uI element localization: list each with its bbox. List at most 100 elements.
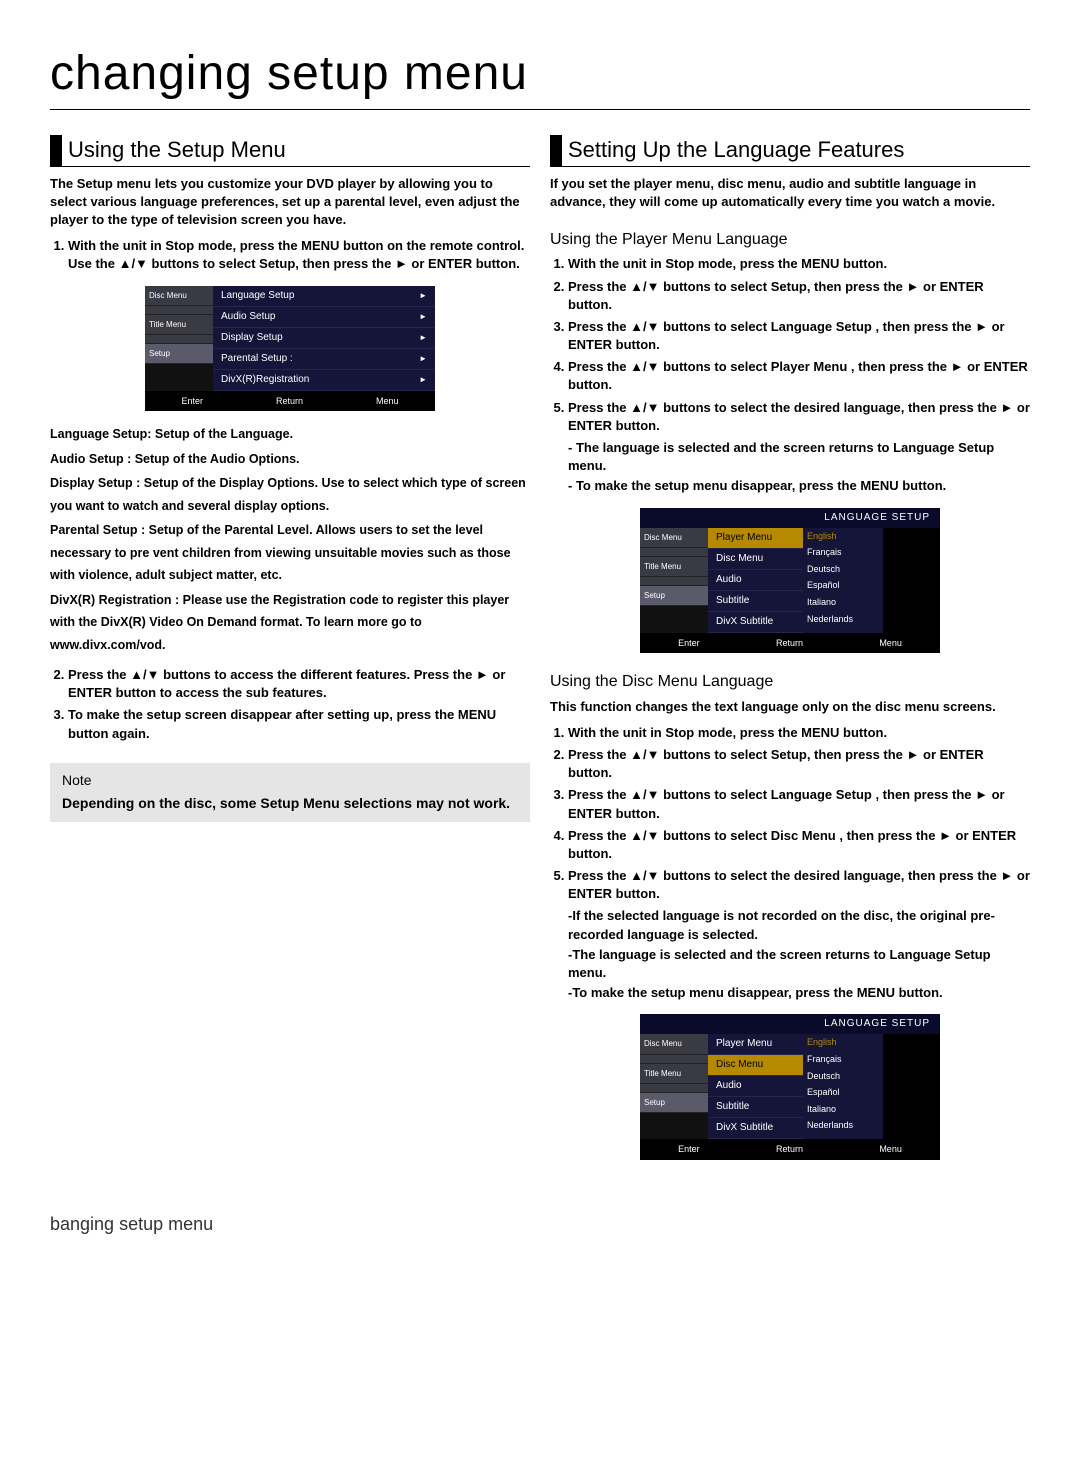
arrow-icon bbox=[419, 310, 427, 324]
osd-lang-player: LANGUAGE SETUP Disc Menu Title Menu Setu… bbox=[640, 508, 940, 654]
col-right: Setting Up the Language Features If you … bbox=[550, 135, 1030, 1172]
osd1-side2: Title Menu bbox=[145, 315, 213, 335]
osd2-m2: Audio bbox=[716, 573, 742, 587]
osd2-s0: Disc Menu bbox=[640, 528, 708, 548]
section-bar bbox=[50, 135, 62, 165]
osd3-s4: Setup bbox=[640, 1093, 708, 1113]
col-left: Using the Setup Menu The Setup menu lets… bbox=[50, 135, 530, 1172]
osd3-f0: Enter bbox=[678, 1143, 700, 1156]
osd3-m0: Player Menu bbox=[716, 1037, 772, 1051]
osd3-head: LANGUAGE SETUP bbox=[640, 1014, 940, 1034]
osd3-o3: Español bbox=[803, 1084, 883, 1101]
r2e3: -To make the setup menu disappear, press… bbox=[568, 984, 1030, 1002]
osd2-f0: Enter bbox=[678, 637, 700, 650]
osd2-o1: Français bbox=[803, 544, 883, 561]
left-step3: To make the setup screen disappear after… bbox=[68, 706, 530, 742]
osd2-o3: Español bbox=[803, 577, 883, 594]
osd2-f1: Return bbox=[776, 637, 803, 650]
osd1-side0: Disc Menu bbox=[145, 286, 213, 306]
osd2-s3 bbox=[640, 577, 708, 586]
note-box: Note Depending on the disc, some Setup M… bbox=[50, 763, 530, 822]
osd3-o2: Deutsch bbox=[803, 1068, 883, 1085]
r1c: Press the ▲/▼ buttons to select Language… bbox=[568, 318, 1030, 354]
note-title: Note bbox=[62, 771, 518, 791]
osd1-i0: Language Setup bbox=[221, 289, 294, 303]
def-display: Display Setup : Setup of the Display Opt… bbox=[50, 472, 530, 517]
osd2-s2: Title Menu bbox=[640, 557, 708, 577]
heading-setup: Using the Setup Menu bbox=[68, 135, 286, 165]
osd3-f2: Menu bbox=[879, 1143, 902, 1156]
r2a: With the unit in Stop mode, press the ME… bbox=[568, 724, 1030, 742]
osd-lang-disc: LANGUAGE SETUP Disc Menu Title Menu Setu… bbox=[640, 1014, 940, 1160]
osd1-side1 bbox=[145, 306, 213, 315]
left-step2: Press the ▲/▼ buttons to access the diff… bbox=[68, 666, 530, 702]
arrow-icon bbox=[419, 289, 427, 303]
osd1-side3 bbox=[145, 335, 213, 344]
intro-left: The Setup menu lets you customize your D… bbox=[50, 175, 530, 230]
osd2-m4: DivX Subtitle bbox=[716, 615, 773, 629]
r2e1: -If the selected language is not recorde… bbox=[568, 907, 1030, 943]
r1d: Press the ▲/▼ buttons to select Player M… bbox=[568, 358, 1030, 394]
osd1-i4: DivX(R)Registration bbox=[221, 373, 309, 387]
osd2-o4: Italiano bbox=[803, 594, 883, 611]
r1e: Press the ▲/▼ buttons to select the desi… bbox=[568, 399, 1030, 435]
r1a: With the unit in Stop mode, press the ME… bbox=[568, 255, 1030, 273]
sub2-intro: This function changes the text language … bbox=[550, 698, 1030, 716]
osd3-o5: Nederlands bbox=[803, 1117, 883, 1134]
osd3-s3 bbox=[640, 1084, 708, 1093]
osd3-s1 bbox=[640, 1055, 708, 1064]
osd3-s2: Title Menu bbox=[640, 1064, 708, 1084]
r2d: Press the ▲/▼ buttons to select Disc Men… bbox=[568, 827, 1030, 863]
osd2-m1: Disc Menu bbox=[716, 552, 763, 566]
sub-disc-menu: Using the Disc Menu Language bbox=[550, 671, 1030, 693]
def-parental: Parental Setup : Setup of the Parental L… bbox=[50, 519, 530, 587]
def-audio: Audio Setup : Setup of the Audio Options… bbox=[50, 448, 530, 471]
osd1-f2: Menu bbox=[376, 395, 399, 408]
osd3-f1: Return bbox=[776, 1143, 803, 1156]
osd1-i3: Parental Setup : bbox=[221, 352, 293, 366]
arrow-icon bbox=[419, 373, 427, 387]
osd3-m2: Audio bbox=[716, 1079, 742, 1093]
def-lang: Language Setup: Setup of the Language. bbox=[50, 423, 530, 446]
section-bar bbox=[550, 135, 562, 165]
osd2-o0: English bbox=[803, 528, 883, 545]
arrow-icon bbox=[419, 352, 427, 366]
osd1-side4: Setup bbox=[145, 344, 213, 364]
osd1-f1: Return bbox=[276, 395, 303, 408]
def-divx: DivX(R) Registration : Please use the Re… bbox=[50, 589, 530, 657]
intro-right: If you set the player menu, disc menu, a… bbox=[550, 175, 1030, 211]
osd2-s1 bbox=[640, 548, 708, 557]
osd3-m3: Subtitle bbox=[716, 1100, 749, 1114]
osd1-f0: Enter bbox=[181, 395, 203, 408]
osd3-m1: Disc Menu bbox=[716, 1058, 763, 1072]
osd2-m0: Player Menu bbox=[716, 531, 772, 545]
osd1-i2: Display Setup bbox=[221, 331, 283, 345]
osd2-head: LANGUAGE SETUP bbox=[640, 508, 940, 528]
osd3-o4: Italiano bbox=[803, 1101, 883, 1118]
page-title: changing setup menu bbox=[50, 40, 1030, 110]
osd3-o1: Français bbox=[803, 1051, 883, 1068]
r2e2: -The language is selected and the screen… bbox=[568, 946, 1030, 982]
r2b: Press the ▲/▼ buttons to select Setup, t… bbox=[568, 746, 1030, 782]
arrow-icon bbox=[419, 331, 427, 345]
osd2-f2: Menu bbox=[879, 637, 902, 650]
osd2-s4: Setup bbox=[640, 586, 708, 606]
osd1-i1: Audio Setup bbox=[221, 310, 276, 324]
note-body: Depending on the disc, some Setup Menu s… bbox=[62, 794, 518, 814]
r1e1: - The language is selected and the scree… bbox=[568, 439, 1030, 475]
sub-player-menu: Using the Player Menu Language bbox=[550, 229, 1030, 251]
osd2-m3: Subtitle bbox=[716, 594, 749, 608]
r2c: Press the ▲/▼ buttons to select Language… bbox=[568, 786, 1030, 822]
osd2-o5: Nederlands bbox=[803, 611, 883, 628]
r2e: Press the ▲/▼ buttons to select the desi… bbox=[568, 867, 1030, 903]
osd3-o0: English bbox=[803, 1034, 883, 1051]
r1b: Press the ▲/▼ buttons to select Setup, t… bbox=[568, 278, 1030, 314]
left-step1: With the unit in Stop mode, press the ME… bbox=[68, 237, 530, 273]
heading-language: Setting Up the Language Features bbox=[568, 135, 904, 165]
r1e2: - To make the setup menu disappear, pres… bbox=[568, 477, 1030, 495]
osd3-s0: Disc Menu bbox=[640, 1034, 708, 1054]
page-footer: banging setup menu bbox=[50, 1212, 1030, 1237]
osd-setup: Disc Menu Title Menu Setup Language Setu… bbox=[145, 286, 435, 412]
osd3-m4: DivX Subtitle bbox=[716, 1121, 773, 1135]
osd2-o2: Deutsch bbox=[803, 561, 883, 578]
